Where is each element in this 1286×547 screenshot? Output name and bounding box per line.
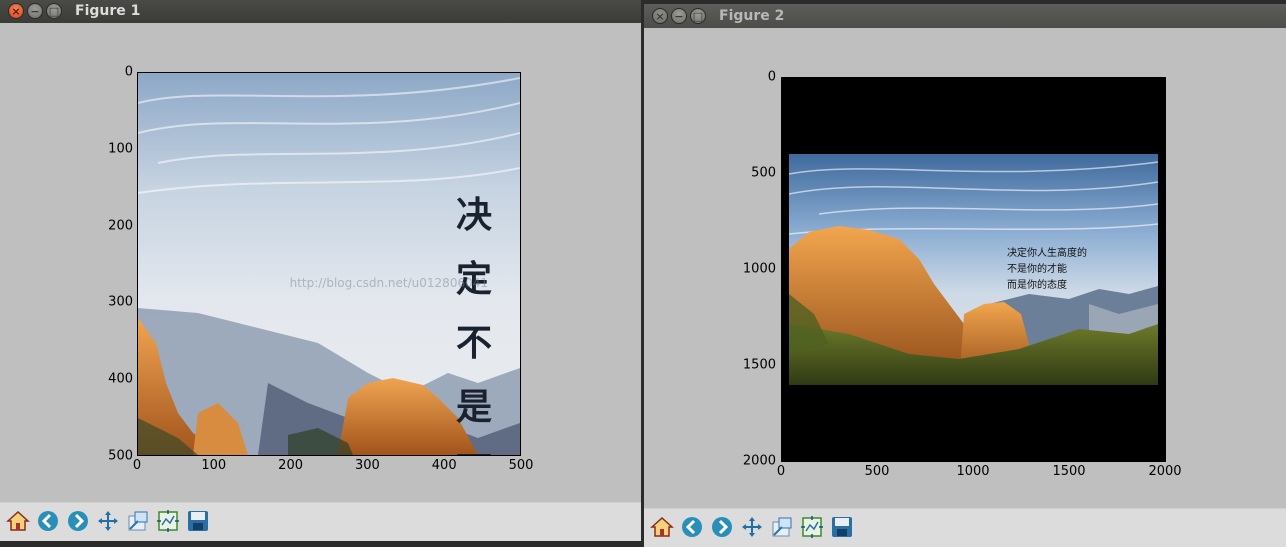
zoom-icon <box>128 511 148 531</box>
x-tick-label: 400 <box>431 458 457 473</box>
y-tick-label: 200 <box>108 218 133 234</box>
y-tick-label: 1000 <box>742 261 776 277</box>
title-bar[interactable]: × − □ Figure 1 <box>0 0 641 23</box>
title-bar[interactable]: × − □ Figure 2 <box>644 4 1286 28</box>
y-tick-label: 0 <box>124 64 133 80</box>
minimize-button[interactable]: − <box>671 8 687 24</box>
minimize-icon: − <box>30 4 40 18</box>
forward-icon <box>712 517 732 537</box>
y-tick-label: 1500 <box>742 357 776 373</box>
home-button[interactable] <box>649 514 675 540</box>
watermark: http://blog.csdn.net/u012806041 <box>289 276 488 290</box>
figure-window-2: × − □ Figure 2 决定你人生高度的 不是你的才能 而是你的态度 0 … <box>644 4 1286 547</box>
forward-icon <box>68 511 88 531</box>
close-button[interactable]: × <box>652 8 668 24</box>
y-tick-label: 400 <box>108 371 133 387</box>
back-icon <box>38 511 58 531</box>
figure-canvas[interactable]: 决定 不是 而是 http://blog.csdn.net/u012806041… <box>0 23 641 503</box>
x-tick-label: 2000 <box>1148 464 1182 479</box>
save-icon <box>832 517 852 537</box>
close-icon: × <box>11 4 21 18</box>
pan-button[interactable] <box>95 508 121 534</box>
image-text-line-2: 不是你的才能 <box>1007 264 1067 275</box>
zoom-button[interactable] <box>769 514 795 540</box>
figure-canvas[interactable]: 决定你人生高度的 不是你的才能 而是你的态度 0 500 1000 1500 2… <box>644 28 1286 509</box>
x-tick-label: 300 <box>354 458 380 473</box>
x-tick-label: 500 <box>864 464 890 479</box>
close-button[interactable]: × <box>8 3 24 19</box>
image-text-line-1: 决定 <box>456 194 493 300</box>
y-tick-label: 500 <box>751 165 776 181</box>
x-tick-label: 1000 <box>956 464 990 479</box>
y-tick-label: 500 <box>108 448 133 464</box>
home-icon <box>650 516 674 537</box>
save-icon <box>188 511 208 531</box>
x-tick-label: 0 <box>132 458 142 473</box>
landscape-image <box>789 154 1158 385</box>
maximize-button[interactable]: □ <box>690 8 706 24</box>
x-tick-label: 100 <box>201 458 227 473</box>
maximize-button[interactable]: □ <box>46 3 62 19</box>
close-icon: × <box>655 9 665 23</box>
maximize-icon: □ <box>48 4 60 18</box>
save-button[interactable] <box>829 514 855 540</box>
home-button[interactable] <box>5 508 31 534</box>
subplots-button[interactable] <box>799 514 825 540</box>
window-title: Figure 1 <box>75 3 141 19</box>
pan-button[interactable] <box>739 514 765 540</box>
image-text-line-3: 而是 <box>456 439 520 455</box>
x-tick-label: 0 <box>776 464 786 479</box>
image-axes[interactable]: 决定你人生高度的 不是你的才能 而是你的态度 <box>781 77 1166 462</box>
back-button[interactable] <box>35 508 61 534</box>
x-tick-label: 1500 <box>1052 464 1086 479</box>
maximize-icon: □ <box>692 9 704 23</box>
window-title: Figure 2 <box>719 8 785 24</box>
x-tick-label: 200 <box>278 458 304 473</box>
forward-button[interactable] <box>709 514 735 540</box>
x-tick-label: 500 <box>508 458 534 473</box>
zoom-button[interactable] <box>125 508 151 534</box>
figure-window-1: × − □ Figure 1 决定 不是 http://blog.csdn.ne… <box>0 0 641 541</box>
subplots-icon <box>157 510 179 532</box>
image-text-line-1: 决定你人生高度的 <box>1007 248 1087 259</box>
navigation-toolbar <box>0 502 641 541</box>
image-text-line-2: 不是 <box>456 322 493 428</box>
subplots-button[interactable] <box>155 508 181 534</box>
home-icon <box>6 510 30 531</box>
navigation-toolbar <box>644 508 1286 547</box>
back-icon <box>682 517 702 537</box>
minimize-button[interactable]: − <box>27 3 43 19</box>
y-tick-label: 0 <box>767 69 776 85</box>
minimize-icon: − <box>674 9 684 23</box>
y-tick-label: 300 <box>108 294 133 310</box>
y-tick-label: 100 <box>108 141 133 157</box>
subplots-icon <box>801 516 823 538</box>
zoom-icon <box>772 517 792 537</box>
image-text-line-3: 而是你的态度 <box>1007 280 1067 291</box>
pan-icon <box>98 511 118 531</box>
forward-button[interactable] <box>65 508 91 534</box>
pan-icon <box>742 517 762 537</box>
save-button[interactable] <box>185 508 211 534</box>
image-axes[interactable]: 决定 不是 而是 http://blog.csdn.net/u012806041 <box>137 72 521 456</box>
back-button[interactable] <box>679 514 705 540</box>
y-tick-label: 2000 <box>742 453 776 469</box>
